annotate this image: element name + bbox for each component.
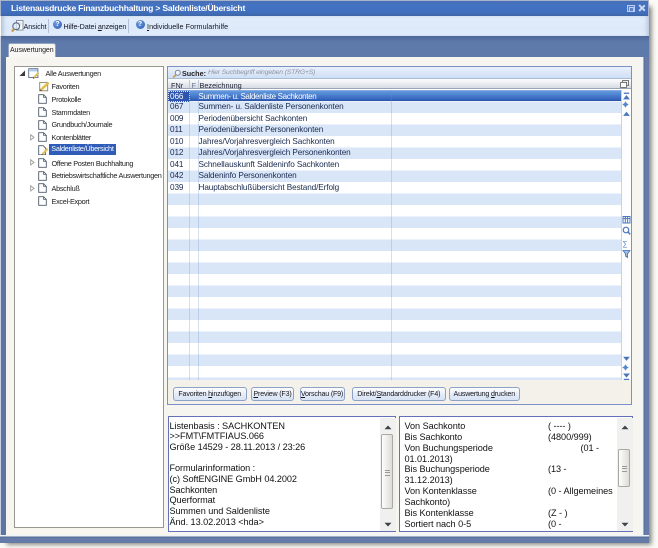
svg-text:∑: ∑ <box>623 241 628 248</box>
